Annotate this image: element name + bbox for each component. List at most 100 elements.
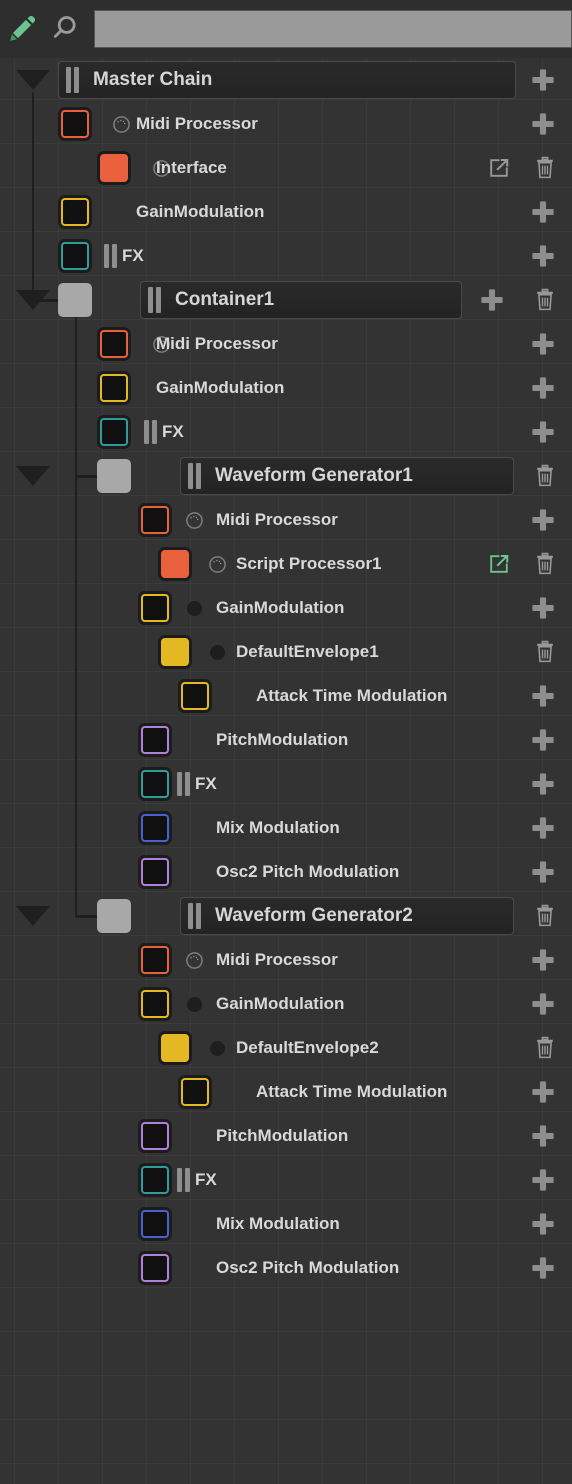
color-swatch-midi-processor-wg2[interactable] — [138, 943, 172, 977]
color-swatch-pitchmodulation-wg2[interactable] — [138, 1119, 172, 1153]
color-swatch-pitchmodulation-wg1[interactable] — [138, 723, 172, 757]
tree-row-pitchmodulation-wg2[interactable]: PitchModulation — [0, 1114, 572, 1158]
add-module-button[interactable] — [528, 813, 558, 843]
color-swatch-mix-modulation-wg1[interactable] — [138, 811, 172, 845]
add-module-button[interactable] — [528, 725, 558, 755]
add-module-button[interactable] — [528, 989, 558, 1019]
tree-row-script-processor1[interactable]: Script Processor1 — [0, 542, 572, 586]
delete-module-button[interactable] — [530, 549, 560, 579]
add-module-button[interactable] — [528, 769, 558, 799]
tree-row-gainmodulation-c1[interactable]: GainModulation — [0, 366, 572, 410]
add-module-button[interactable] — [528, 1253, 558, 1283]
tree-row-defaultenvelope1[interactable]: DefaultEnvelope1 — [0, 630, 572, 674]
tree-row-osc2-pitch-modulation-wg2[interactable]: Osc2 Pitch Modulation — [0, 1246, 572, 1290]
pencil-icon[interactable] — [6, 12, 40, 46]
drag-handle-icon[interactable] — [148, 287, 161, 313]
color-swatch-fx-master[interactable] — [58, 239, 92, 273]
tree-row-container1[interactable]: Container1 — [0, 278, 572, 322]
drag-handle-icon[interactable] — [188, 463, 201, 489]
delete-module-button[interactable] — [530, 1033, 560, 1063]
color-swatch-fx-wg1[interactable] — [138, 767, 172, 801]
add-module-button[interactable] — [528, 1121, 558, 1151]
color-swatch-gainmodulation-wg2[interactable] — [138, 987, 172, 1021]
tree-row-osc2-pitch-modulation-wg1[interactable]: Osc2 Pitch Modulation — [0, 850, 572, 894]
color-swatch-waveform-generator2[interactable] — [97, 899, 131, 933]
color-swatch-script-processor1[interactable] — [158, 547, 192, 581]
drag-handle-icon[interactable] — [104, 244, 117, 268]
search-icon[interactable] — [48, 13, 80, 45]
color-swatch-container1[interactable] — [58, 283, 92, 317]
tree-row-fx-c1[interactable]: FX — [0, 410, 572, 454]
color-swatch-gainmodulation-c1[interactable] — [97, 371, 131, 405]
add-module-button[interactable] — [528, 1077, 558, 1107]
add-module-button[interactable] — [528, 197, 558, 227]
delete-module-button[interactable] — [530, 901, 560, 931]
collapse-toggle-waveform-generator1[interactable] — [16, 454, 50, 498]
add-module-button[interactable] — [528, 945, 558, 975]
color-swatch-defaultenvelope1[interactable] — [158, 635, 192, 669]
tree-row-fx-master[interactable]: FX — [0, 234, 572, 278]
color-swatch-defaultenvelope2[interactable] — [158, 1031, 192, 1065]
color-swatch-osc2-pitch-modulation-wg2[interactable] — [138, 1251, 172, 1285]
color-swatch-attack-time-modulation-2[interactable] — [178, 1075, 212, 1109]
color-swatch-mix-modulation-wg2[interactable] — [138, 1207, 172, 1241]
tree-row-midi-processor-c1[interactable]: Midi Processor — [0, 322, 572, 366]
add-module-button[interactable] — [528, 373, 558, 403]
add-module-button[interactable] — [528, 417, 558, 447]
color-swatch-midi-processor-c1[interactable] — [97, 327, 131, 361]
add-module-button[interactable] — [528, 65, 558, 95]
delete-module-button[interactable] — [530, 461, 560, 491]
name-field-master-chain[interactable]: Master Chain — [58, 61, 516, 99]
drag-handle-icon[interactable] — [188, 903, 201, 929]
drag-handle-icon[interactable] — [177, 1168, 190, 1192]
color-swatch-fx-wg2[interactable] — [138, 1163, 172, 1197]
name-field-waveform-generator2[interactable]: Waveform Generator2 — [180, 897, 514, 935]
tree-row-gainmodulation-wg1[interactable]: GainModulation — [0, 586, 572, 630]
tree-row-mix-modulation-wg2[interactable]: Mix Modulation — [0, 1202, 572, 1246]
tree-row-master-chain[interactable]: Master Chain — [0, 58, 572, 102]
delete-module-button[interactable] — [530, 153, 560, 183]
color-swatch-osc2-pitch-modulation-wg1[interactable] — [138, 855, 172, 889]
tree-row-pitchmodulation-wg1[interactable]: PitchModulation — [0, 718, 572, 762]
tree-row-midi-processor-wg1[interactable]: Midi Processor — [0, 498, 572, 542]
tree-row-midi-processor-wg2[interactable]: Midi Processor — [0, 938, 572, 982]
add-module-button[interactable] — [528, 593, 558, 623]
add-module-button[interactable] — [528, 329, 558, 359]
search-input[interactable] — [94, 10, 572, 48]
add-module-button[interactable] — [528, 505, 558, 535]
tree-row-interface[interactable]: Interface — [0, 146, 572, 190]
color-swatch-waveform-generator1[interactable] — [97, 459, 131, 493]
color-swatch-attack-time-modulation-1[interactable] — [178, 679, 212, 713]
tree-row-gainmodulation-master[interactable]: GainModulation — [0, 190, 572, 234]
open-in-window-button[interactable] — [484, 549, 514, 579]
drag-handle-icon[interactable] — [66, 67, 79, 93]
color-swatch-gainmodulation-wg1[interactable] — [138, 591, 172, 625]
drag-handle-icon[interactable] — [144, 420, 157, 444]
add-module-button[interactable] — [528, 857, 558, 887]
collapse-toggle-waveform-generator2[interactable] — [16, 894, 50, 938]
tree-row-midi-processor-master[interactable]: Midi Processor — [0, 102, 572, 146]
tree-row-fx-wg2[interactable]: FX — [0, 1158, 572, 1202]
add-module-button[interactable] — [528, 1209, 558, 1239]
add-module-button[interactable] — [528, 681, 558, 711]
name-field-waveform-generator1[interactable]: Waveform Generator1 — [180, 457, 514, 495]
tree-row-attack-time-modulation-2[interactable]: Attack Time Modulation — [0, 1070, 572, 1114]
tree-row-defaultenvelope2[interactable]: DefaultEnvelope2 — [0, 1026, 572, 1070]
add-module-button[interactable] — [528, 109, 558, 139]
tree-row-attack-time-modulation-1[interactable]: Attack Time Modulation — [0, 674, 572, 718]
delete-module-button[interactable] — [530, 637, 560, 667]
add-module-button[interactable] — [528, 1165, 558, 1195]
color-swatch-gainmodulation-master[interactable] — [58, 195, 92, 229]
name-field-container1[interactable]: Container1 — [140, 281, 462, 319]
add-module-button[interactable] — [528, 241, 558, 271]
delete-module-button[interactable] — [530, 285, 560, 315]
color-swatch-midi-processor-wg1[interactable] — [138, 503, 172, 537]
color-swatch-interface[interactable] — [97, 151, 131, 185]
add-module-button[interactable] — [477, 285, 507, 315]
color-swatch-midi-processor-master[interactable] — [58, 107, 92, 141]
open-in-window-button[interactable] — [484, 153, 514, 183]
tree-row-gainmodulation-wg2[interactable]: GainModulation — [0, 982, 572, 1026]
color-swatch-fx-c1[interactable] — [97, 415, 131, 449]
tree-row-fx-wg1[interactable]: FX — [0, 762, 572, 806]
drag-handle-icon[interactable] — [177, 772, 190, 796]
